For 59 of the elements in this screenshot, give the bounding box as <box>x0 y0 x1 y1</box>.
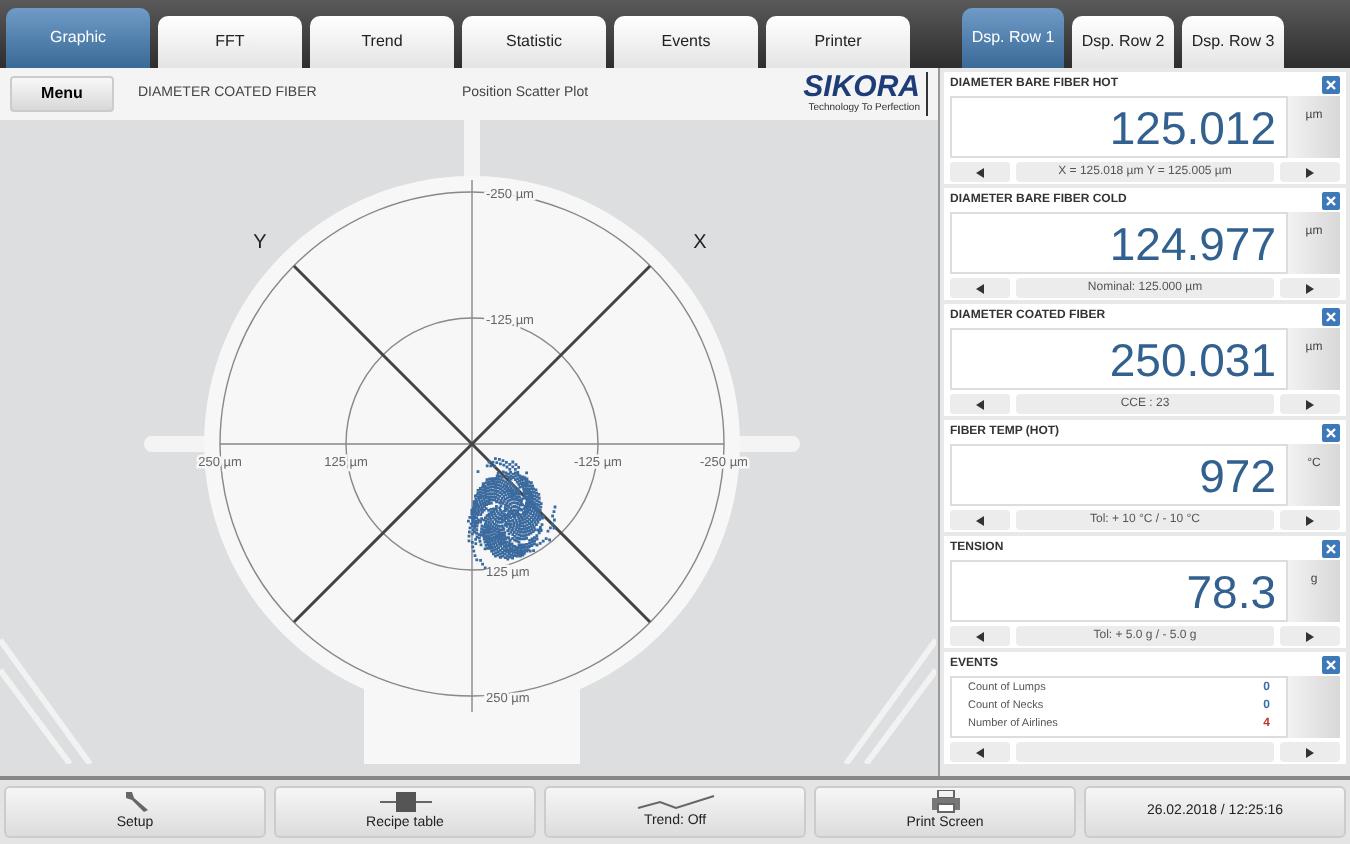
side-panel <box>1288 676 1340 738</box>
printer-icon <box>929 789 961 814</box>
previous-button[interactable] <box>950 626 1010 646</box>
next-button[interactable] <box>1280 510 1340 530</box>
menu-button[interactable]: Menu <box>10 76 114 112</box>
previous-button[interactable] <box>950 742 1010 762</box>
previous-button[interactable] <box>950 394 1010 414</box>
display-value: 125.012 <box>950 96 1288 158</box>
next-button[interactable] <box>1280 162 1340 182</box>
tab[interactable]: Statistic <box>462 16 606 68</box>
close-button[interactable] <box>1322 192 1340 210</box>
left-triangle-icon <box>976 515 984 525</box>
close-button[interactable] <box>1322 424 1340 442</box>
close-icon <box>1326 660 1336 670</box>
next-button[interactable] <box>1280 626 1340 646</box>
close-icon <box>1326 80 1336 90</box>
left-triangle-icon <box>976 167 984 177</box>
display-value: 124.977 <box>950 212 1288 274</box>
previous-button[interactable] <box>950 162 1010 182</box>
left-triangle-icon <box>976 399 984 409</box>
display-value: 250.031 <box>950 328 1288 390</box>
previous-button[interactable] <box>950 278 1010 298</box>
block-icon <box>379 789 431 814</box>
tab[interactable]: Dsp. Row 1 <box>962 8 1064 68</box>
wrench-icon <box>121 789 149 814</box>
close-button[interactable] <box>1322 656 1340 674</box>
right-triangle-icon <box>1306 399 1314 409</box>
right-triangle-icon <box>1306 515 1314 525</box>
left-triangle-icon <box>976 747 984 757</box>
next-button[interactable] <box>1280 394 1340 414</box>
close-icon <box>1326 428 1336 438</box>
display-value: 78.3 <box>950 560 1288 622</box>
tab[interactable]: FFT <box>158 16 302 68</box>
close-icon <box>1326 312 1336 322</box>
line-chart-icon <box>635 791 715 812</box>
right-triangle-icon <box>1306 167 1314 177</box>
left-triangle-icon <box>976 631 984 641</box>
display-value: 972 <box>950 444 1288 506</box>
close-button[interactable] <box>1322 308 1340 326</box>
axis-letter: X <box>693 232 707 254</box>
close-icon <box>1326 196 1336 206</box>
right-triangle-icon <box>1306 631 1314 641</box>
tab[interactable]: Dsp. Row 2 <box>1072 16 1174 68</box>
tab[interactable]: Trend <box>310 16 454 68</box>
tab[interactable]: Dsp. Row 3 <box>1182 16 1284 68</box>
close-button[interactable] <box>1322 540 1340 558</box>
previous-button[interactable] <box>950 510 1010 530</box>
right-triangle-icon <box>1306 747 1314 757</box>
tab[interactable]: Events <box>614 16 758 68</box>
axis-letter: Y <box>253 232 267 254</box>
tab[interactable]: Graphic <box>6 8 150 68</box>
scatter-cloud <box>467 457 557 570</box>
tab[interactable]: Printer <box>766 16 910 68</box>
next-button[interactable] <box>1280 278 1340 298</box>
close-icon <box>1326 544 1336 554</box>
left-triangle-icon <box>976 283 984 293</box>
right-triangle-icon <box>1306 283 1314 293</box>
next-button[interactable] <box>1280 742 1340 762</box>
close-button[interactable] <box>1322 76 1340 94</box>
